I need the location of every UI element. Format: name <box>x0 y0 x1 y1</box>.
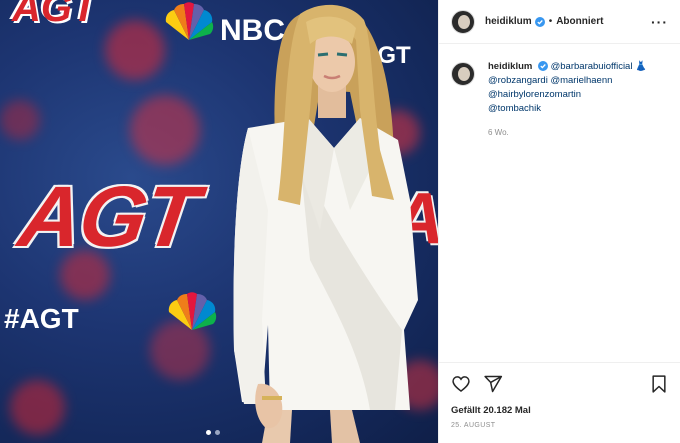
carousel-dot-active[interactable] <box>206 430 211 435</box>
verified-badge-icon <box>534 16 545 27</box>
post-caption: heidiklum @barbarabuiofficial 👗 @robzang… <box>439 44 680 140</box>
person-figure <box>233 4 418 443</box>
bookmark-icon[interactable] <box>649 374 669 394</box>
header-separator: • <box>548 16 553 27</box>
action-icons-row <box>451 373 669 395</box>
follow-status-button[interactable]: Abonniert <box>556 16 603 27</box>
mention-link[interactable]: @robzangardi <box>488 75 548 86</box>
caption-username[interactable]: heidiklum <box>488 61 532 72</box>
carousel-dot[interactable] <box>215 430 220 435</box>
likes-count[interactable]: Gefällt 20.182 Mal <box>451 405 669 416</box>
post-image[interactable]: AGT NBC AGT AGT AGT #AGT <box>0 0 438 443</box>
post-actions: Gefällt 20.182 Mal 25. AUGUST <box>439 362 680 429</box>
heart-icon[interactable] <box>451 374 471 394</box>
verified-badge-icon <box>537 61 548 72</box>
avatar[interactable] <box>451 62 475 86</box>
mention-link[interactable]: @tombachik <box>488 103 541 114</box>
carousel-indicator <box>206 430 220 435</box>
avatar[interactable] <box>451 9 475 34</box>
caption-timestamp[interactable]: 6 Wo. <box>488 126 656 140</box>
post-date[interactable]: 25. AUGUST <box>451 422 669 429</box>
header-username[interactable]: heidiklum <box>485 16 532 27</box>
mention-link[interactable]: @barbarabuiofficial <box>551 61 633 72</box>
post-details-panel: heidiklum • Abonniert ··· heidiklum @bar… <box>438 0 680 443</box>
caption-text: heidiklum @barbarabuiofficial 👗 @robzang… <box>488 60 656 140</box>
mention-link[interactable]: @hairbylorenzomartin <box>488 89 581 100</box>
share-icon[interactable] <box>483 374 503 394</box>
post-header: heidiklum • Abonniert ··· <box>439 0 680 44</box>
dress-emoji: 👗 <box>635 61 647 72</box>
mention-link[interactable]: @marielhaenn <box>550 75 612 86</box>
more-options-icon[interactable]: ··· <box>651 14 668 30</box>
